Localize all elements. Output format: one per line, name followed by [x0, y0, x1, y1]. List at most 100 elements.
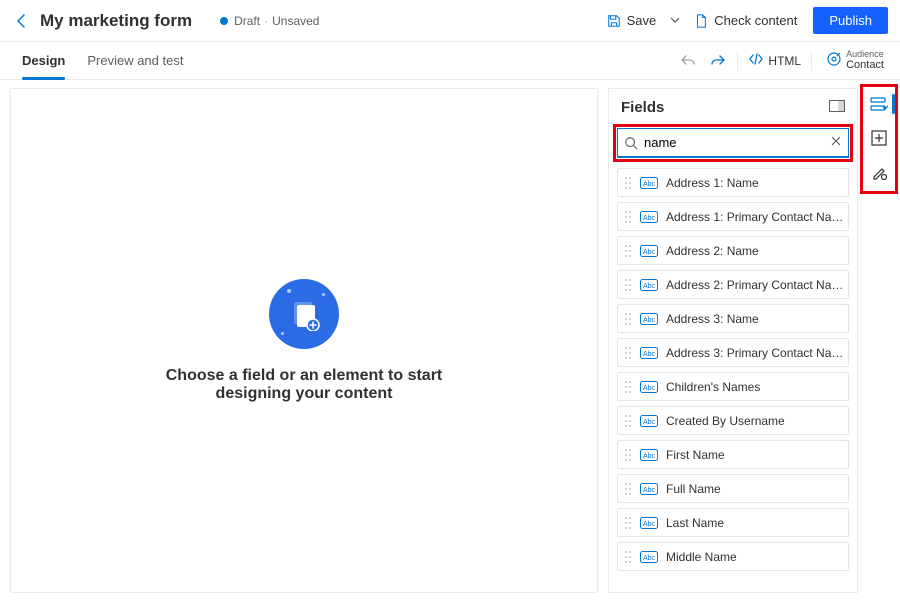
- svg-text:Abc: Abc: [643, 215, 656, 222]
- tabbar-separator: [737, 51, 738, 71]
- field-item[interactable]: Abc Last Name: [617, 508, 849, 537]
- drag-grip-icon: [622, 441, 634, 468]
- status-badge: Draft · Unsaved: [220, 14, 319, 28]
- field-item[interactable]: AbcAddress 2: Primary Contact Name: [617, 270, 849, 299]
- field-list: Abc Address 1: Name AbcAddress 1: Primary …: [609, 164, 857, 592]
- save-label: Save: [627, 13, 657, 28]
- svg-text:Abc: Abc: [643, 453, 656, 460]
- html-label: HTML: [768, 54, 801, 68]
- check-content-button[interactable]: Check content: [686, 6, 805, 36]
- field-label: First Name: [666, 448, 725, 462]
- audience-selector[interactable]: Audience Contact: [822, 50, 888, 72]
- html-button[interactable]: HTML: [742, 51, 807, 70]
- text-field-type-icon: Abc: [640, 380, 658, 393]
- text-field-type-icon: Abc: [640, 516, 658, 529]
- canvas-column: Choose a field or an element to start de…: [0, 80, 608, 603]
- field-item[interactable]: Abc Address 2: Name: [617, 236, 849, 265]
- text-field-type-icon: Abc: [640, 244, 658, 257]
- field-label: Full Name: [666, 482, 721, 496]
- drag-grip-icon: [622, 237, 634, 264]
- svg-text:Abc: Abc: [643, 181, 656, 188]
- field-label: Address 3: Name: [666, 312, 759, 326]
- field-item[interactable]: Abc Created By Username: [617, 406, 849, 435]
- svg-text:Abc: Abc: [643, 385, 656, 392]
- search-icon: [624, 136, 638, 150]
- empty-state-icon: [269, 279, 339, 349]
- save-chevron-button[interactable]: [664, 13, 686, 28]
- audience-caption: Audience: [846, 50, 884, 60]
- field-item[interactable]: Abc Address 1: Name: [617, 168, 849, 197]
- field-label: Last Name: [666, 516, 724, 530]
- drag-grip-icon: [622, 543, 634, 570]
- design-canvas[interactable]: Choose a field or an element to start de…: [10, 88, 598, 593]
- field-item[interactable]: Abc Children's Names: [617, 372, 849, 401]
- field-label: Middle Name: [666, 550, 737, 564]
- empty-state-message: Choose a field or an element to start de…: [166, 367, 443, 403]
- clear-search-button[interactable]: [830, 135, 842, 150]
- rail-fields-button[interactable]: [863, 88, 895, 120]
- svg-text:Abc: Abc: [643, 487, 656, 494]
- tab-design[interactable]: Design: [22, 42, 65, 79]
- panel-view-icon[interactable]: [829, 100, 845, 115]
- code-icon: [748, 51, 764, 70]
- status-separator: ·: [264, 14, 268, 28]
- document-icon: [694, 14, 708, 28]
- drag-grip-icon: [622, 169, 634, 196]
- field-item[interactable]: Abc Address 3: Name: [617, 304, 849, 333]
- rail-elements-button[interactable]: [863, 122, 895, 154]
- undo-button[interactable]: [673, 46, 703, 76]
- drag-grip-icon: [622, 407, 634, 434]
- svg-text:Abc: Abc: [643, 249, 656, 256]
- search-box[interactable]: [617, 128, 849, 158]
- status-dot-icon: [220, 17, 228, 25]
- publish-label: Publish: [829, 13, 872, 28]
- field-label: Address 2: Name: [666, 244, 759, 258]
- save-button[interactable]: Save: [599, 6, 665, 36]
- fields-panel: Fields AbcAddress: [608, 88, 858, 593]
- field-item[interactable]: Abc First Name: [617, 440, 849, 469]
- text-field-type-icon: Abc: [640, 414, 658, 427]
- publish-button[interactable]: Publish: [813, 7, 888, 34]
- drag-grip-icon: [622, 271, 634, 298]
- field-item[interactable]: AbcAddress 1: Primary Contact Name: [617, 202, 849, 231]
- text-field-type-icon: Abc: [640, 346, 658, 359]
- text-field-type-icon: Abc: [640, 278, 658, 291]
- tabbar: Design Preview and test HTML Audience Co…: [0, 42, 900, 80]
- fields-panel-column: Fields AbcAddress: [608, 80, 858, 603]
- empty-state-line2: designing your content: [166, 385, 443, 403]
- svg-text:Abc: Abc: [643, 317, 656, 324]
- back-arrow-button[interactable]: [8, 7, 36, 35]
- text-field-type-icon: Abc: [640, 448, 658, 461]
- fields-panel-header: Fields: [609, 89, 857, 122]
- audience-value: Contact: [846, 59, 884, 71]
- redo-button[interactable]: [703, 46, 733, 76]
- page-title: My marketing form: [40, 11, 192, 31]
- field-item[interactable]: Abc Full Name: [617, 474, 849, 503]
- tab-preview[interactable]: Preview and test: [87, 42, 183, 79]
- add-element-icon: [871, 130, 887, 146]
- right-rail: [858, 80, 900, 603]
- empty-state-line1: Choose a field or an element to start: [166, 367, 443, 385]
- svg-text:Abc: Abc: [643, 419, 656, 426]
- svg-text:Abc: Abc: [643, 283, 656, 290]
- rail-design-button[interactable]: [863, 156, 895, 188]
- field-label: Created By Username: [666, 414, 785, 428]
- drag-grip-icon: [622, 203, 634, 230]
- tab-design-label: Design: [22, 53, 65, 68]
- field-label: Address 1: Name: [666, 176, 759, 190]
- text-field-type-icon: Abc: [640, 176, 658, 189]
- field-item[interactable]: AbcAddress 3: Primary Contact Name: [617, 338, 849, 367]
- field-item[interactable]: Abc Middle Name: [617, 542, 849, 571]
- field-label: Children's Names: [666, 380, 760, 394]
- target-icon: [826, 51, 842, 70]
- tab-preview-label: Preview and test: [87, 53, 183, 68]
- search-input[interactable]: [644, 135, 824, 150]
- drag-grip-icon: [622, 339, 634, 366]
- svg-text:Abc: Abc: [643, 521, 656, 528]
- svg-text:Abc: Abc: [643, 555, 656, 562]
- search-wrap: [617, 128, 849, 158]
- drag-grip-icon: [622, 475, 634, 502]
- save-icon: [607, 14, 621, 28]
- form-field-icon: [870, 95, 888, 113]
- workarea: Choose a field or an element to start de…: [0, 80, 900, 603]
